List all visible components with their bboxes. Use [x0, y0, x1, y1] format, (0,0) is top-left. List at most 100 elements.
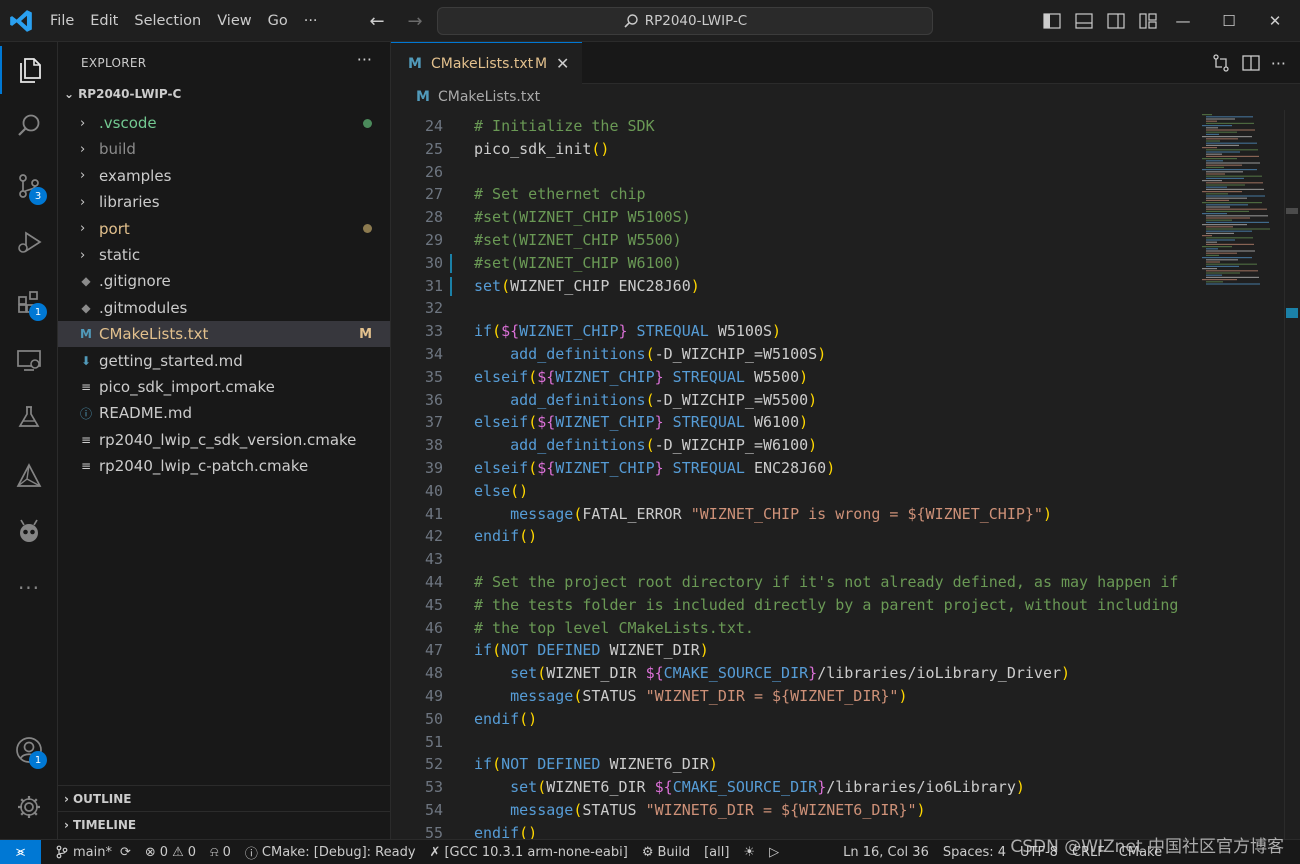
tree-item[interactable]: › port	[58, 216, 390, 242]
menu-file[interactable]: File	[42, 0, 82, 42]
forward-arrow-icon[interactable]: →	[402, 11, 428, 32]
debug-button[interactable]: ☀	[743, 845, 755, 860]
tree-item[interactable]: M CMakeLists.txt M	[58, 321, 390, 348]
tree-item[interactable]: › libraries	[58, 189, 390, 215]
tree-item[interactable]: ◆ .gitignore	[58, 268, 390, 294]
code-token: STATUS	[582, 687, 646, 705]
explorer-activity[interactable]	[0, 46, 58, 94]
timeline-section[interactable]: › TIMELINE	[58, 811, 390, 837]
vscode-logo-icon[interactable]	[8, 8, 34, 34]
code-line: 51	[391, 731, 1196, 754]
explorer-more-actions-icon[interactable]: ···	[357, 50, 372, 69]
code-line: 40 else()	[391, 480, 1196, 503]
tree-item[interactable]: › .vscode	[58, 110, 390, 136]
menu-edit[interactable]: Edit	[82, 0, 126, 42]
scrollbar-marker	[1286, 208, 1298, 214]
minimap-line	[1206, 184, 1245, 186]
tree-item[interactable]: ≡ pico_sdk_import.cmake	[58, 374, 390, 400]
minimap-line	[1206, 122, 1254, 124]
code-text: if(NOT DEFINED WIZNET_DIR)	[474, 639, 709, 662]
maximize-button[interactable]: ☐	[1206, 0, 1252, 42]
close-tab-icon[interactable]: ✕	[556, 54, 569, 73]
tree-item[interactable]: › examples	[58, 163, 390, 189]
line-number: 52	[424, 755, 443, 774]
code-token: (	[645, 345, 655, 363]
menu-selection[interactable]: Selection	[126, 0, 209, 42]
testing-activity[interactable]	[0, 393, 58, 441]
back-arrow-icon[interactable]: ←	[364, 11, 390, 32]
vertical-scrollbar[interactable]	[1284, 110, 1298, 839]
more-actions-icon[interactable]: ···	[1271, 54, 1286, 73]
code-token: )	[1042, 504, 1052, 523]
minimize-button[interactable]: —	[1160, 0, 1206, 42]
code-text: #set(WIZNET_CHIP W6100)	[474, 252, 682, 275]
code-text: elseif(${WIZNET_CHIP} STREQUAL W5500)	[474, 366, 808, 389]
manage-activity[interactable]	[0, 783, 58, 831]
menu-go[interactable]: Go	[260, 0, 296, 42]
toggle-panel-icon[interactable]	[1072, 9, 1096, 33]
workspace-root-folder[interactable]: ⌄ RP2040-LWIP-C	[64, 87, 181, 101]
tree-item[interactable]: ⬇ getting_started.md	[58, 348, 390, 374]
minimap[interactable]	[1196, 110, 1286, 839]
modified-indicator: M	[535, 55, 548, 72]
code-token: #set(WIZNET_CHIP W5500)	[474, 231, 682, 249]
indentation-text: Spaces: 4	[942, 844, 1007, 860]
run-button[interactable]: ▷	[769, 845, 779, 860]
menu-more[interactable]: ···	[296, 0, 326, 42]
tree-item[interactable]: ⓘ README.md	[58, 400, 390, 426]
branch-name: main*	[73, 844, 112, 860]
source-control-activity[interactable]: 3	[0, 162, 58, 210]
cmake-status[interactable]: ⓘ CMake: [Debug]: Ready	[245, 843, 416, 862]
branch-status[interactable]: main*	[55, 845, 112, 860]
ports-status[interactable]: ⍾ 0	[210, 845, 231, 860]
more-activity[interactable]: ···	[0, 564, 58, 612]
platformio-activity[interactable]	[0, 507, 58, 555]
remote-indicator[interactable]: ⪤	[0, 839, 41, 864]
code-token: }	[654, 459, 664, 477]
breadcrumb-file[interactable]: CMakeLists.txt	[438, 89, 540, 105]
toggle-secondary-sidebar-icon[interactable]	[1104, 9, 1128, 33]
code-token: WIZNET_CHIP ENC28J60	[510, 276, 691, 295]
toggle-primary-sidebar-icon[interactable]	[1040, 9, 1064, 33]
minimap-line	[1206, 283, 1260, 285]
customize-layout-icon[interactable]	[1136, 9, 1160, 33]
run-debug-activity[interactable]	[0, 218, 58, 266]
command-center-search[interactable]: RP2040-LWIP-C	[437, 7, 933, 35]
code-line: 31 set(WIZNET_CHIP ENC28J60)	[391, 275, 1196, 298]
minimap-line	[1202, 213, 1227, 215]
tab-cmakelists[interactable]: M CMakeLists.txt M ✕	[391, 42, 582, 84]
split-editor-icon[interactable]	[1241, 53, 1261, 73]
sync-status[interactable]: ⟳	[120, 845, 131, 860]
search-activity[interactable]	[0, 102, 58, 150]
files-icon	[20, 58, 41, 83]
outline-section[interactable]: › OUTLINE	[58, 785, 390, 811]
tree-item-label: getting_started.md	[99, 351, 243, 370]
code-line: 49 message(STATUS "WIZNET_DIR = ${WIZNET…	[391, 685, 1196, 708]
code-editor[interactable]: 24 # Initialize the SDK 25 pico_sdk_init() 2…	[391, 110, 1300, 839]
tree-item[interactable]: ≡ rp2040_lwip_c-patch.cmake	[58, 453, 390, 479]
tree-item[interactable]: ≡ rp2040_lwip_c_sdk_version.cmake	[58, 427, 390, 453]
cursor-position[interactable]: Ln 16, Col 36	[843, 845, 929, 860]
open-changes-icon[interactable]	[1211, 53, 1231, 73]
remote-explorer-activity[interactable]	[0, 336, 58, 384]
tree-item[interactable]: ◆ .gitmodules	[58, 295, 390, 321]
code-token: (	[645, 390, 655, 409]
tree-item[interactable]: › build	[58, 136, 390, 162]
minimap-line	[1206, 162, 1260, 164]
code-token: ${	[537, 459, 556, 477]
code-text: if(${WIZNET_CHIP} STREQUAL W5100S)	[474, 320, 781, 343]
extensions-activity[interactable]: 1	[0, 278, 58, 326]
close-button[interactable]: ✕	[1252, 0, 1298, 42]
indentation-status[interactable]: Spaces: 4	[943, 845, 1006, 860]
build-target[interactable]: [all]	[704, 845, 729, 860]
menu-view[interactable]: View	[209, 0, 259, 42]
tree-item[interactable]: › static	[58, 242, 390, 268]
problems-status[interactable]: ⊗ 0 ⚠ 0	[145, 845, 196, 860]
cursor-position-text: Ln 16, Col 36	[843, 844, 929, 860]
build-button[interactable]: ⚙ Build	[642, 845, 690, 860]
line-number: 37	[424, 413, 443, 432]
cmake-activity[interactable]	[0, 452, 58, 500]
kit-status[interactable]: ✗ [GCC 10.3.1 arm-none-eabi]	[430, 845, 628, 860]
code-token: # the tests folder is included directly …	[474, 595, 1179, 614]
accounts-activity[interactable]: 1	[0, 726, 58, 774]
